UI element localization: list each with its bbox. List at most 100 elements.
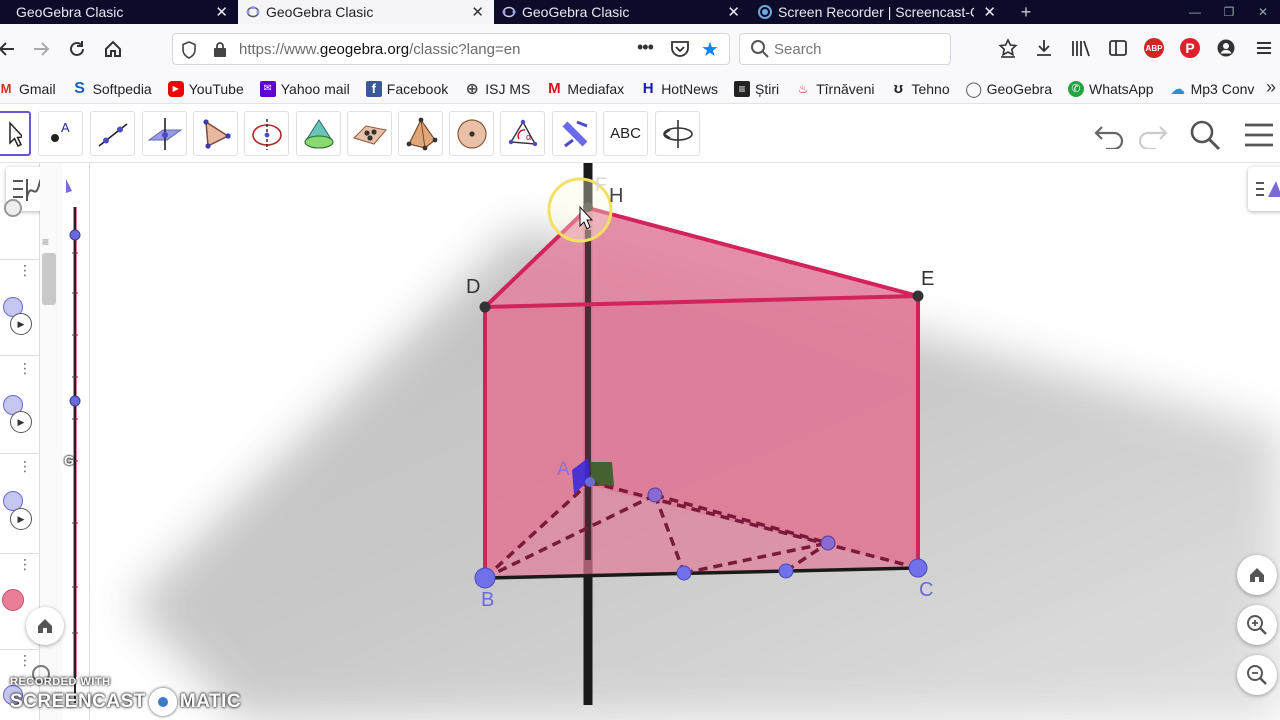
star-outline-icon[interactable]: [998, 38, 1018, 61]
shield-icon[interactable]: [181, 41, 197, 62]
bookmark-yahoo-mail[interactable]: ✉ Yahoo mail: [259, 80, 350, 97]
bookmark-youtube[interactable]: ▶ YouTube: [167, 80, 244, 97]
minimize-icon[interactable]: —: [1178, 5, 1212, 19]
window-close-icon[interactable]: ✕: [1246, 5, 1280, 19]
style-bar-icon: [1256, 181, 1280, 197]
play-icon[interactable]: ▶: [10, 508, 32, 530]
pinterest-icon[interactable]: P: [1180, 38, 1200, 58]
text-tool[interactable]: ABC: [603, 111, 648, 156]
close-icon[interactable]: ✕: [983, 3, 996, 21]
more-icon[interactable]: •••: [637, 37, 654, 58]
bookmark-isj-ms[interactable]: ⊕ ISJ MS: [464, 81, 531, 98]
bookmark-mediafax[interactable]: M Mediafax: [546, 80, 624, 97]
maximize-icon[interactable]: ❐: [1212, 5, 1246, 19]
download-icon[interactable]: [1034, 38, 1054, 61]
bookmark-label: Știri: [754, 80, 780, 97]
main-menu-icon[interactable]: [1240, 119, 1278, 151]
bookmark-label: Gmail: [19, 80, 56, 97]
bookmark-softpedia[interactable]: S Softpedia: [72, 80, 152, 97]
circle-axis-tool[interactable]: [244, 111, 289, 156]
bookmark-tehno[interactable]: ʊ Tehno: [890, 80, 950, 97]
style-bar-toggle[interactable]: [1248, 167, 1280, 211]
bookmark-facebook[interactable]: f Facebook: [365, 80, 449, 97]
tab-geogebra-2[interactable]: GeoGebra Clasic ✕: [238, 0, 494, 24]
more-options-icon[interactable]: ⋮: [18, 653, 32, 667]
intersect-tool[interactable]: [347, 111, 392, 156]
sphere-tool[interactable]: [449, 111, 494, 156]
graphics2-axes: [66, 179, 81, 703]
reflect-tool[interactable]: [552, 111, 597, 156]
redo-button[interactable]: [1134, 119, 1172, 151]
cone-tool[interactable]: [296, 111, 341, 156]
rotate-view-tool[interactable]: [655, 111, 700, 156]
bookmark-whatsapp[interactable]: ✆ WhatsApp: [1068, 80, 1154, 97]
search-icon[interactable]: [1186, 119, 1224, 151]
play-icon[interactable]: ▶: [10, 313, 32, 335]
bookmark-stiri[interactable]: ≡ Știri: [733, 80, 780, 97]
more-options-icon[interactable]: ⋮: [18, 557, 32, 571]
angle-tool[interactable]: α: [500, 111, 545, 156]
scrollbar-thumb[interactable]: [42, 253, 56, 305]
address-bar[interactable]: https://www.geogebra.org/classic?lang=en…: [172, 33, 730, 65]
tab-geogebra-3[interactable]: GeoGebra Clasic ✕: [494, 0, 750, 24]
back-button[interactable]: [0, 36, 20, 62]
visibility-toggle[interactable]: [4, 199, 22, 217]
close-icon[interactable]: ✕: [215, 3, 228, 21]
svg-text:α: α: [526, 132, 531, 142]
perpendicular-tool[interactable]: [142, 111, 187, 156]
bookmark-label: Facebook: [386, 80, 449, 97]
home-button[interactable]: [100, 36, 126, 62]
line-tool[interactable]: [90, 111, 135, 156]
polygon-tool[interactable]: [193, 111, 238, 156]
more-options-icon[interactable]: ⋮: [18, 361, 32, 375]
close-icon[interactable]: ✕: [727, 3, 740, 21]
url-prefix: https://www.: [239, 41, 320, 58]
more-options-icon[interactable]: ⋮: [18, 459, 32, 473]
play-icon[interactable]: ▶: [10, 411, 32, 433]
algebra-home-button[interactable]: [26, 607, 64, 645]
lock-icon[interactable]: [213, 41, 227, 61]
bookmark-geogebra[interactable]: ◯ GeoGebra: [965, 81, 1052, 98]
bookmark-tirnaveni[interactable]: ♨ Tîrnăveni: [795, 81, 875, 97]
bookmark-label: Yahoo mail: [280, 80, 350, 97]
pyramid-tool[interactable]: [398, 111, 443, 156]
reload-button[interactable]: [64, 36, 90, 62]
bookmark-label: HotNews: [661, 80, 718, 97]
sidebar-icon[interactable]: [1108, 38, 1128, 61]
label-A: A: [557, 459, 570, 480]
point-tool[interactable]: A: [38, 111, 83, 156]
tab-screen-recorder[interactable]: Screen Recorder | Screencast-O ✕: [750, 0, 1006, 24]
menu-icon[interactable]: [1254, 38, 1274, 61]
library-icon[interactable]: [1070, 38, 1092, 61]
zoom-out-button[interactable]: [1237, 655, 1277, 695]
search-box[interactable]: Search: [739, 33, 951, 65]
new-tab-button[interactable]: +: [1012, 0, 1040, 24]
bookmark-star-icon[interactable]: ★: [701, 37, 719, 62]
algebra-row-divider: [0, 453, 40, 454]
visibility-toggle[interactable]: [2, 589, 24, 611]
account-icon[interactable]: [1216, 38, 1236, 61]
point-M: [647, 487, 663, 503]
url-text[interactable]: https://www.geogebra.org/classic?lang=en: [239, 41, 520, 58]
close-icon[interactable]: ✕: [471, 3, 484, 21]
move-tool[interactable]: [0, 111, 31, 156]
drag-handle-icon[interactable]: ≡: [42, 235, 49, 249]
point-Q: [778, 563, 794, 579]
pocket-icon[interactable]: [670, 40, 690, 61]
standard-view-button[interactable]: [1237, 555, 1277, 595]
forward-button[interactable]: [28, 36, 54, 62]
bookmark-hotnews[interactable]: H HotNews: [640, 80, 718, 97]
bookmark-gmail[interactable]: M Gmail: [0, 81, 56, 97]
more-options-icon[interactable]: ⋮: [18, 263, 32, 277]
undo-button[interactable]: [1090, 119, 1128, 151]
tab-geogebra-1[interactable]: GeoGebra Clasic ✕: [0, 0, 238, 24]
bookmark-mp3-conv[interactable]: ☁ Mp3 Conv: [1170, 81, 1254, 98]
graphics-view-2[interactable]: G: [62, 163, 90, 720]
adblock-icon[interactable]: ABP: [1144, 38, 1164, 58]
point-N: [676, 565, 692, 581]
graphics-3d-view[interactable]: F H D E A B C: [90, 163, 1280, 720]
algebra-view[interactable]: ⋮ ▶ ⋮ ▶ ⋮ ▶ ⋮ ⋮: [0, 163, 64, 720]
bookmark-label: WhatsApp: [1089, 80, 1154, 97]
bookmarks-overflow-icon[interactable]: »: [1266, 77, 1276, 98]
zoom-in-button[interactable]: [1237, 605, 1277, 645]
